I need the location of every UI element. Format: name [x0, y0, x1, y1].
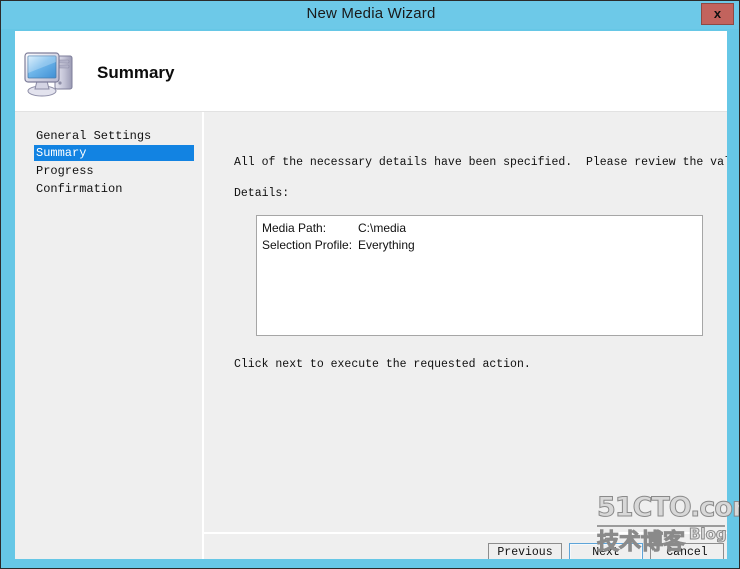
sidebar-item-progress[interactable]: Progress: [34, 163, 194, 179]
computer-icon: [22, 45, 84, 101]
button-bar: Previous Next Cancel: [204, 534, 727, 559]
page-title: Summary: [97, 63, 175, 82]
sidebar-item-confirmation[interactable]: Confirmation: [34, 181, 194, 197]
click-next-instruction: Click next to execute the requested acti…: [234, 358, 531, 371]
wizard-steps-sidebar: General Settings Summary Progress Confir…: [15, 112, 202, 559]
window-title: New Media Wizard: [306, 5, 436, 22]
content-pane: All of the necessary details have been s…: [204, 112, 727, 532]
sidebar-item-summary[interactable]: Summary: [34, 145, 194, 161]
detail-row-media-path: Media Path: C:\media: [262, 221, 406, 237]
details-box: Media Path: C:\media Selection Profile: Ev…: [256, 215, 703, 336]
client-area: Summary General Settings Summary Progres…: [15, 31, 727, 559]
title-bar: New Media Wizard x: [1, 1, 739, 29]
sidebar-item-general-settings[interactable]: General Settings: [34, 128, 194, 144]
detail-label: Selection Profile:: [262, 238, 353, 252]
detail-row-selection-profile: Selection Profile: Everything: [262, 238, 415, 254]
detail-value: C:\media: [358, 221, 407, 235]
details-label: Details:: [234, 187, 290, 200]
previous-button[interactable]: Previous: [488, 543, 562, 559]
cancel-button[interactable]: Cancel: [650, 543, 724, 559]
detail-label: Media Path:: [262, 221, 327, 235]
wizard-window: New Media Wizard x Summary General Setti…: [0, 0, 740, 569]
detail-value: Everything: [358, 238, 415, 252]
wizard-header: Summary: [15, 31, 727, 111]
next-button[interactable]: Next: [569, 543, 643, 559]
intro-text: All of the necessary details have been s…: [234, 156, 727, 169]
close-icon[interactable]: x: [701, 3, 734, 25]
